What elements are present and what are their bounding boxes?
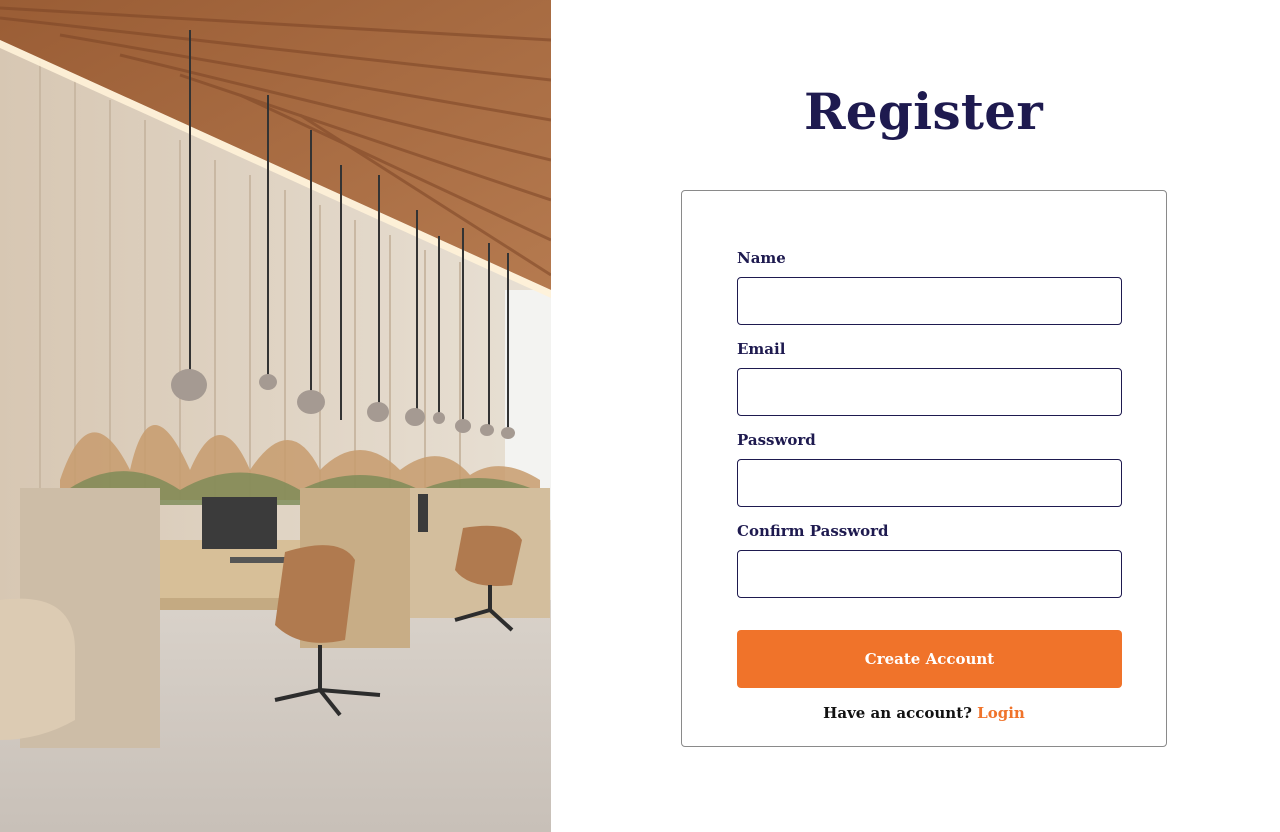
office-illustration <box>0 0 551 832</box>
password-input[interactable] <box>737 459 1122 507</box>
have-account-text: Have an account? <box>823 704 972 722</box>
office-hero-image <box>0 0 551 832</box>
login-link[interactable]: Login <box>977 704 1025 722</box>
create-account-button[interactable]: Create Account <box>737 630 1122 688</box>
login-prompt: Have an account? Login <box>682 704 1166 722</box>
confirm-password-input[interactable] <box>737 550 1122 598</box>
email-input[interactable] <box>737 368 1122 416</box>
email-label: Email <box>737 340 786 358</box>
register-form-card: Name Email Password Confirm Password Cre… <box>681 190 1167 747</box>
page-title: Register <box>803 82 1044 141</box>
name-label: Name <box>737 249 786 267</box>
name-input[interactable] <box>737 277 1122 325</box>
password-label: Password <box>737 431 816 449</box>
confirm-password-label: Confirm Password <box>737 522 889 540</box>
